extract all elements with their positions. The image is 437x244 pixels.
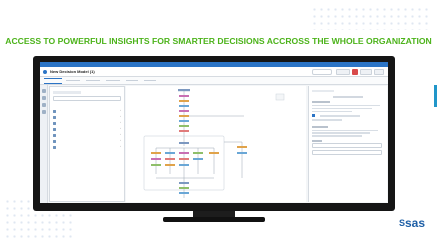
checkbox[interactable]: [312, 114, 315, 118]
nodes-search-input[interactable]: [53, 96, 121, 101]
tab-placeholder: [126, 80, 138, 81]
active-tab-indicator: [44, 83, 62, 84]
text-field[interactable]: [312, 149, 382, 155]
flow-node[interactable]: [179, 130, 189, 132]
node-icon: [53, 127, 56, 131]
nodes-panel: › › › › › › ›: [49, 86, 125, 202]
flow-node[interactable]: [209, 152, 219, 154]
toolbar-button-red[interactable]: [352, 69, 358, 75]
panel-title-placeholder: [312, 90, 334, 92]
search-input[interactable]: [312, 69, 332, 75]
toolbar-button-2[interactable]: [360, 69, 372, 75]
flow-node[interactable]: [179, 95, 189, 97]
sas-logo: Ssas: [399, 216, 425, 230]
node-icon: [53, 145, 56, 149]
node-icon: [53, 139, 56, 143]
tab-2[interactable]: [66, 78, 82, 79]
flow-node[interactable]: [193, 158, 203, 160]
flow-node[interactable]: [151, 164, 161, 166]
app-tabs: [40, 77, 388, 85]
subtitle-placeholder: [333, 96, 363, 98]
field-label-placeholder: [312, 139, 322, 142]
flow-node[interactable]: [179, 152, 189, 154]
node-icon: [53, 115, 56, 119]
flow-node[interactable]: [179, 187, 189, 189]
flow-node[interactable]: [179, 110, 189, 112]
node-item[interactable]: ›: [53, 144, 121, 150]
text-field[interactable]: [312, 142, 382, 148]
flow-node[interactable]: [178, 89, 190, 92]
flow-node[interactable]: [237, 146, 247, 148]
flow-node[interactable]: [237, 152, 247, 154]
node-icon: [53, 133, 56, 137]
zoom-controls[interactable]: [275, 93, 285, 101]
monitor: New Decision Model (1) › › › › › › ›: [33, 56, 395, 222]
flow-node[interactable]: [179, 125, 189, 127]
flow-node[interactable]: [179, 164, 189, 166]
app-bar: New Decision Model (1): [40, 67, 388, 77]
label-placeholder: [312, 101, 330, 103]
decision-flow-canvas[interactable]: [126, 86, 306, 202]
flow-node[interactable]: [165, 158, 175, 160]
flow-node[interactable]: [179, 158, 189, 160]
slide-headline: ACCESS TO POWERFUL INSIGHTS FOR SMARTER …: [5, 36, 432, 46]
sas-logo-text: sas: [404, 216, 425, 230]
toolbar-button[interactable]: [336, 69, 350, 75]
app-title: New Decision Model (1): [50, 69, 95, 74]
rail-icon[interactable]: [42, 110, 46, 114]
flow-node[interactable]: [151, 158, 161, 160]
flow-node[interactable]: [151, 152, 161, 154]
slide: ACCESS TO POWERFUL INSIGHTS FOR SMARTER …: [0, 0, 437, 244]
chevron-right-icon: ›: [120, 145, 121, 148]
checkbox-row[interactable]: [312, 114, 384, 118]
text-placeholder: [312, 132, 370, 134]
tab-1[interactable]: [44, 78, 62, 79]
flow-node[interactable]: [179, 192, 189, 194]
properties-panel: [308, 86, 387, 202]
node-icon: [53, 121, 56, 125]
tab-placeholder: [106, 80, 120, 81]
home-icon[interactable]: [43, 70, 47, 74]
flow-node[interactable]: [179, 100, 189, 102]
flow-node[interactable]: [165, 152, 175, 154]
tab-placeholder: [66, 80, 80, 81]
tab-placeholder: [86, 80, 100, 81]
text-placeholder: [312, 129, 378, 131]
flow-node[interactable]: [179, 182, 189, 184]
rail-icon[interactable]: [42, 89, 46, 93]
flow-node[interactable]: [193, 152, 203, 154]
node-icon: [53, 109, 56, 113]
text-placeholder: [312, 107, 372, 110]
panel-title-placeholder: [53, 91, 81, 94]
flow-node[interactable]: [165, 164, 175, 166]
properties-section: [312, 101, 384, 121]
left-rail: [40, 85, 48, 203]
decision-flow-diagram: [143, 89, 285, 198]
properties-section: [312, 125, 384, 155]
flow-node[interactable]: [179, 120, 189, 122]
text-placeholder: [312, 105, 380, 107]
flow-node[interactable]: [179, 142, 189, 144]
monitor-stand-base: [163, 217, 265, 222]
toolbar-button-3[interactable]: [374, 69, 384, 75]
rail-icon[interactable]: [42, 103, 46, 107]
tab-placeholder: [144, 80, 156, 81]
flow-node[interactable]: [179, 105, 189, 107]
text-placeholder: [312, 110, 352, 113]
text-placeholder: [312, 135, 362, 137]
rail-icon[interactable]: [42, 96, 46, 100]
checkbox-label: [320, 115, 361, 117]
monitor-screen: New Decision Model (1) › › › › › › ›: [40, 62, 388, 203]
flow-node[interactable]: [179, 115, 189, 117]
decorative-dots-top-right: [311, 6, 431, 30]
